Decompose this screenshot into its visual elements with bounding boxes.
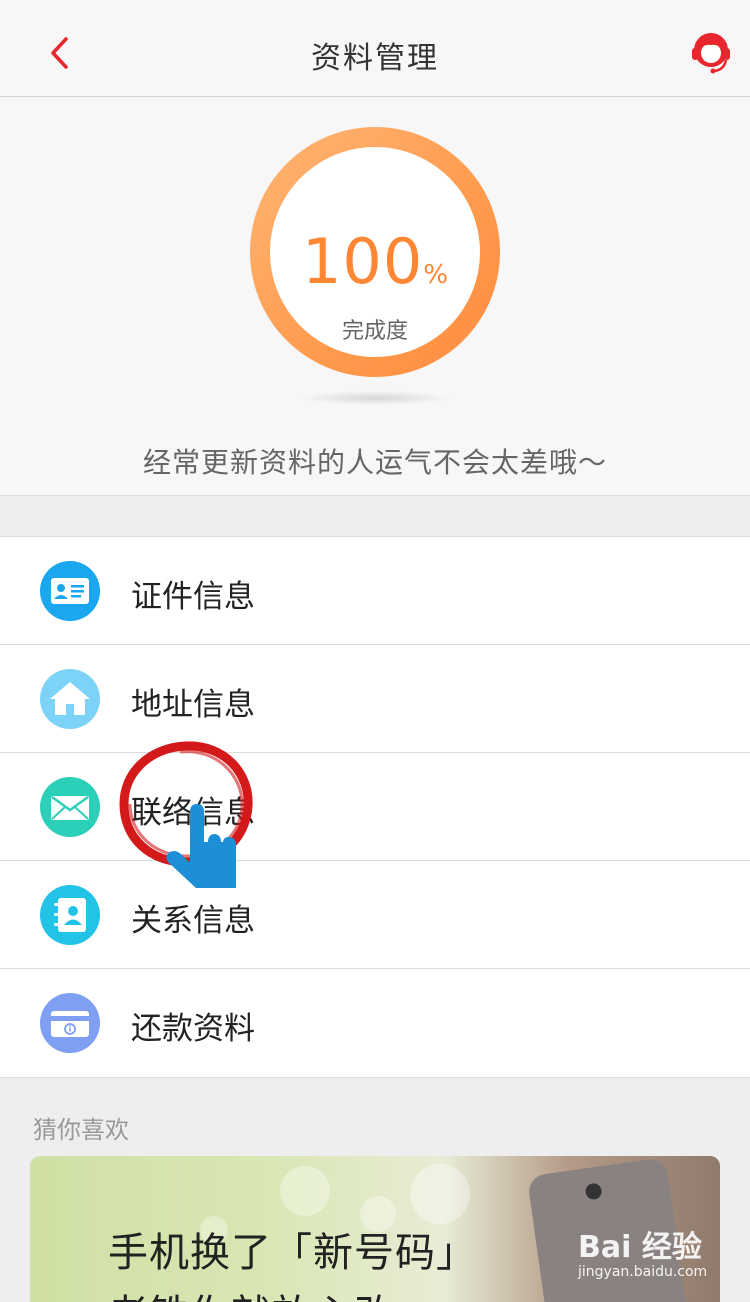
customer-service-button[interactable] xyxy=(688,28,734,76)
completion-ring: 100% 完成度 xyxy=(250,127,500,377)
completion-section: 100% 完成度 经常更新资料的人运气不会太差哦～ xyxy=(0,97,750,496)
completion-value: 100 xyxy=(301,225,424,298)
menu-item-id-info[interactable]: 证件信息 xyxy=(0,537,750,645)
menu-item-address-info[interactable]: 地址信息 xyxy=(0,645,750,753)
home-icon xyxy=(40,669,100,729)
percent-sign: % xyxy=(423,260,449,290)
bank-card-icon xyxy=(40,993,100,1053)
banner-headline: 手机换了「新号码」 xyxy=(108,1230,477,1276)
id-card-icon xyxy=(40,561,100,621)
baidu-jingyan-watermark: Bai 经验 jingyan.baidu.com xyxy=(578,1222,707,1280)
customer-service-icon xyxy=(692,33,730,74)
menu-item-relation-info[interactable]: 关系信息 xyxy=(0,861,750,969)
slogan-text: 经常更新资料的人运气不会太差哦～ xyxy=(142,446,607,479)
info-menu: 证件信息 地址信息 联络信息 关系信息 还款资料 xyxy=(0,536,750,1078)
menu-item-contact-info[interactable]: 联络信息 xyxy=(0,753,750,861)
ring-shadow xyxy=(298,391,453,405)
menu-item-label: 证件信息 xyxy=(131,579,255,615)
menu-item-label: 关系信息 xyxy=(131,903,255,939)
menu-item-label: 联络信息 xyxy=(131,795,255,831)
envelope-icon xyxy=(40,777,100,837)
watermark-logo: Bai 经验 xyxy=(578,1230,702,1265)
banner-subline: 老铁你就放心改 xyxy=(108,1282,395,1302)
contacts-book-icon xyxy=(40,885,100,945)
menu-item-repayment-info[interactable]: 还款资料 xyxy=(0,969,750,1077)
menu-item-label: 还款资料 xyxy=(131,1011,255,1047)
page-title: 资料管理 xyxy=(311,41,439,76)
top-bar: 资料管理 xyxy=(0,0,750,97)
watermark-url: jingyan.baidu.com xyxy=(578,1264,708,1280)
menu-item-label: 地址信息 xyxy=(131,687,255,723)
recommend-title: 猜你喜欢 xyxy=(33,1116,129,1144)
completion-percent: 100% xyxy=(270,225,480,298)
completion-label: 完成度 xyxy=(341,319,408,344)
